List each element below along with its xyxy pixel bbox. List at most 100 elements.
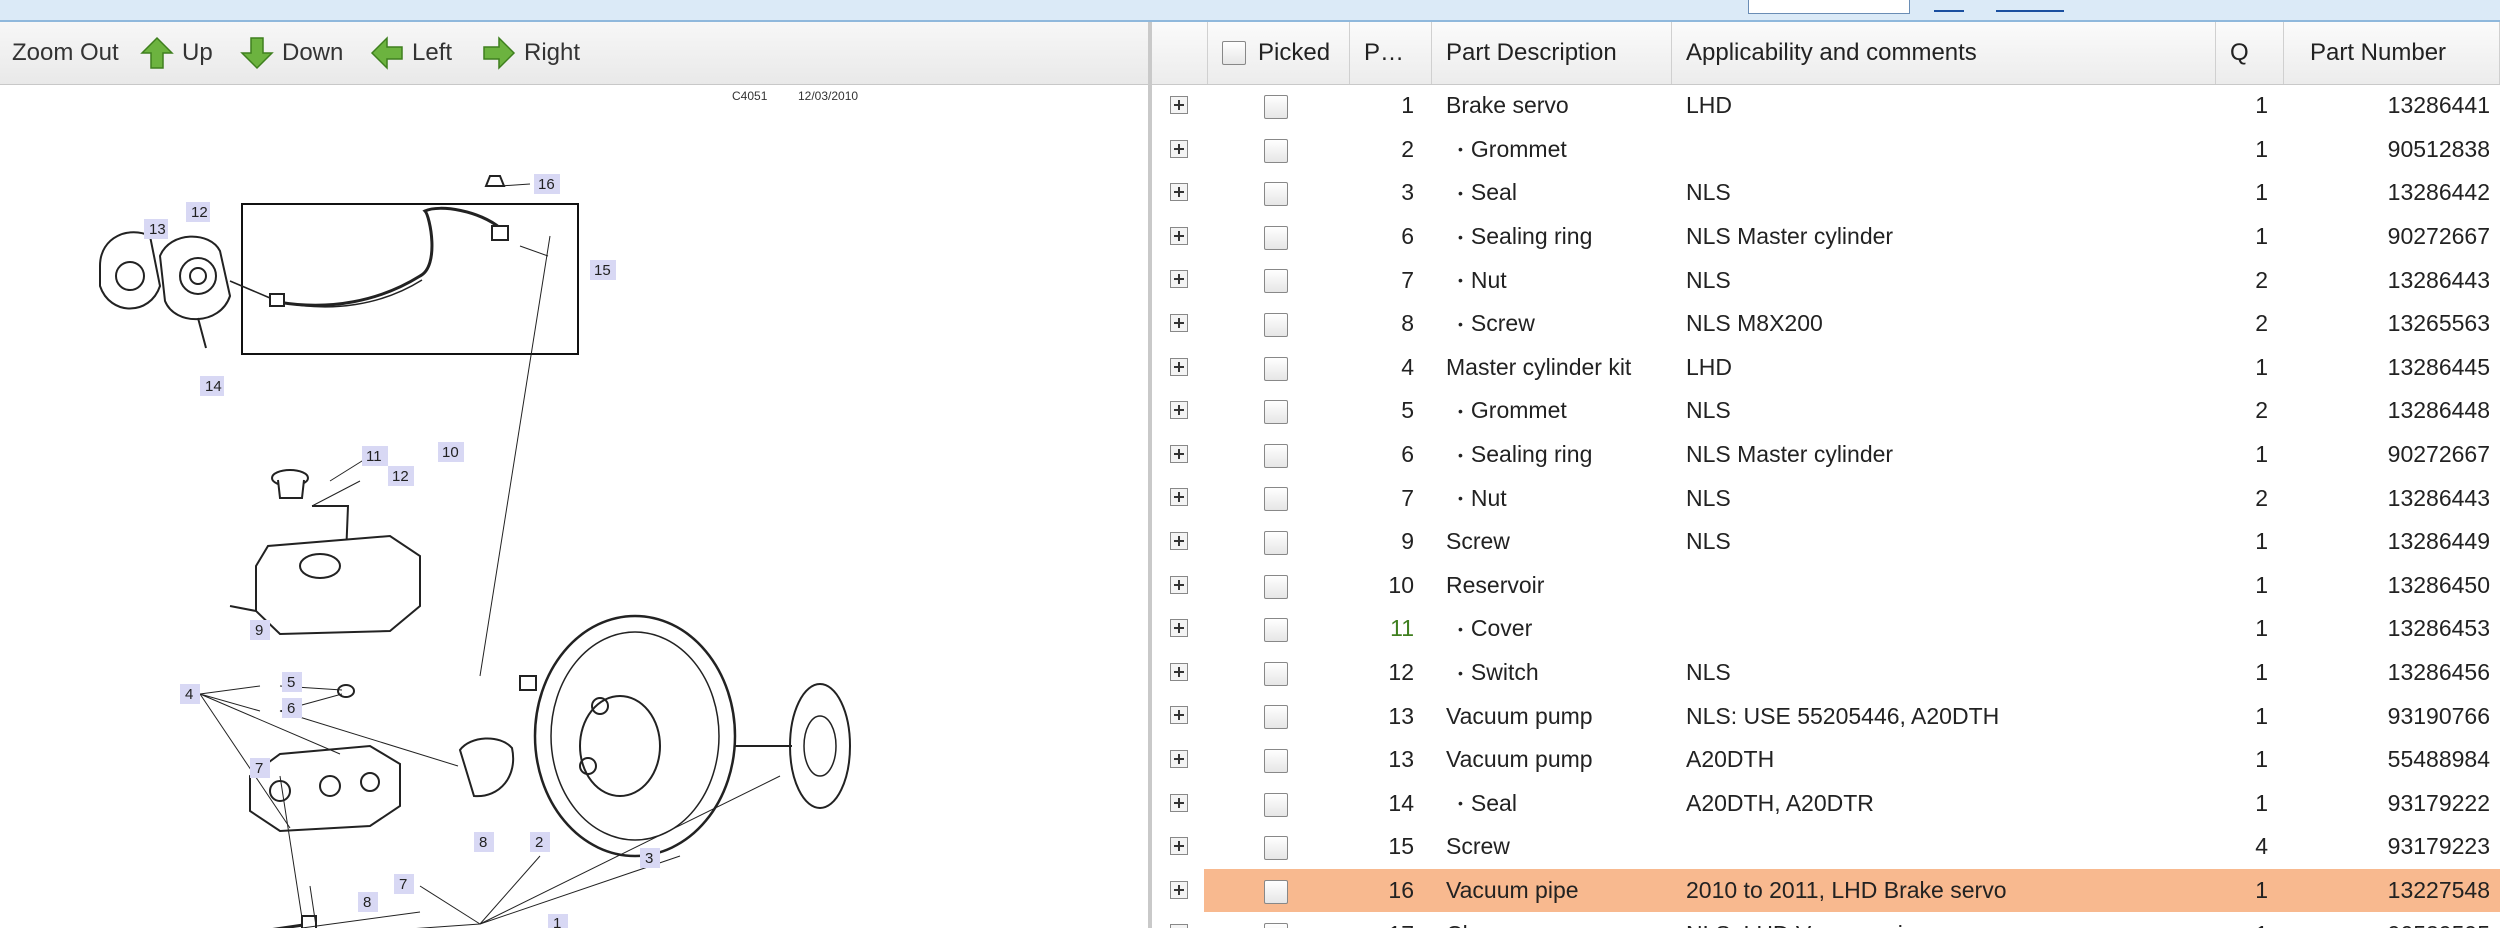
callout-8b[interactable]: 8	[358, 892, 378, 912]
table-row[interactable]: 3 • Seal NLS 1 13286442	[1152, 171, 2500, 215]
header-applicability[interactable]: Applicability and comments	[1672, 22, 2216, 84]
cell-part-number: 13286456	[2387, 659, 2490, 686]
picked-checkbox[interactable]	[1264, 836, 1288, 861]
callout-10[interactable]: 10	[438, 442, 464, 462]
header-picked[interactable]: Picked	[1208, 22, 1350, 84]
table-row[interactable]: 15 Screw 4 93179223	[1152, 825, 2500, 869]
expand-icon[interactable]	[1170, 96, 1188, 114]
table-row[interactable]: 10 Reservoir 1 13286450	[1152, 564, 2500, 608]
callout-3[interactable]: 3	[640, 848, 660, 868]
picked-checkbox[interactable]	[1264, 138, 1288, 163]
header-part-number[interactable]: Part Number	[2284, 22, 2500, 84]
expand-icon[interactable]	[1170, 924, 1188, 928]
table-row[interactable]: 14 • Seal A20DTH, A20DTR 1 93179222	[1152, 782, 2500, 826]
callout-12[interactable]: 12	[388, 466, 414, 486]
picked-checkbox[interactable]	[1264, 443, 1288, 468]
table-row[interactable]: 6 • Sealing ring NLS Master cylinder 1 902726…	[1152, 215, 2500, 259]
expand-icon[interactable]	[1170, 314, 1188, 332]
top-link-2[interactable]	[1996, 0, 2064, 12]
expand-icon[interactable]	[1170, 532, 1188, 550]
picked-checkbox[interactable]	[1264, 705, 1288, 730]
table-row[interactable]: 4 Master cylinder kit LHD 1 13286445	[1152, 346, 2500, 390]
expand-icon[interactable]	[1170, 226, 1188, 245]
expand-icon[interactable]	[1170, 750, 1188, 768]
picked-checkbox[interactable]	[1264, 618, 1288, 643]
table-row[interactable]: 7 • Nut NLS 2 13286443	[1152, 476, 2500, 520]
table-row[interactable]: 7 • Nut NLS 2 13286443	[1152, 258, 2500, 302]
picked-checkbox[interactable]	[1264, 879, 1288, 904]
picked-checkbox[interactable]	[1264, 792, 1288, 817]
picked-checkbox[interactable]	[1264, 269, 1288, 294]
expand-icon[interactable]	[1170, 139, 1188, 158]
table-row[interactable]: 6 • Sealing ring NLS Master cylinder 1 902726…	[1152, 433, 2500, 477]
expand-icon[interactable]	[1170, 183, 1188, 202]
picked-checkbox[interactable]	[1264, 400, 1288, 425]
picked-checkbox[interactable]	[1264, 923, 1288, 928]
picked-checkbox[interactable]	[1264, 182, 1288, 207]
top-search-field[interactable]	[1748, 0, 1910, 14]
header-qty[interactable]: Q	[2216, 22, 2284, 84]
table-row[interactable]: 11 • Cover 1 13286453	[1152, 607, 2500, 651]
table-row[interactable]: 13 Vacuum pump NLS: USE 55205446, A20DTH 1 9…	[1152, 694, 2500, 738]
callout-5[interactable]: 5	[282, 672, 302, 692]
callout-15[interactable]: 14	[200, 376, 224, 396]
picked-checkbox[interactable]	[1264, 661, 1288, 686]
callout-16[interactable]: 15	[590, 260, 616, 280]
table-row[interactable]: 17 Clamp NLS, LHD Vacuum pipe 1 90539595	[1152, 912, 2500, 928]
picked-checkbox[interactable]	[1264, 95, 1288, 119]
right-button[interactable]: Right	[482, 34, 580, 72]
callout-9[interactable]: 9	[250, 620, 270, 640]
callout-17[interactable]: 16	[534, 174, 560, 194]
expand-icon[interactable]	[1170, 706, 1188, 725]
picked-checkbox[interactable]	[1264, 487, 1288, 512]
table-row[interactable]: 13 Vacuum pump A20DTH 1 55488984	[1152, 738, 2500, 782]
cell-position: 9	[1401, 528, 1414, 555]
header-qty-label: Q	[2230, 39, 2249, 66]
table-row[interactable]: 16 Vacuum pipe 2010 to 2011, LHD Brake ser…	[1152, 868, 2500, 913]
picked-checkbox[interactable]	[1264, 313, 1288, 337]
down-button[interactable]: Down	[240, 34, 343, 72]
callout-6[interactable]: 6	[282, 698, 302, 718]
callout-14[interactable]: 13	[144, 219, 168, 239]
expand-icon[interactable]	[1170, 837, 1188, 856]
expand-icon[interactable]	[1170, 793, 1188, 812]
picked-checkbox[interactable]	[1264, 749, 1288, 773]
select-all-checkbox[interactable]	[1222, 41, 1246, 65]
callout-7a[interactable]: 7	[250, 758, 270, 778]
expand-icon[interactable]	[1170, 444, 1188, 463]
table-row[interactable]: 5 • Grommet NLS 2 13286448	[1152, 389, 2500, 433]
picked-checkbox[interactable]	[1264, 574, 1288, 599]
callout-1[interactable]: 1	[548, 914, 568, 932]
expand-icon[interactable]	[1170, 270, 1188, 289]
expand-icon[interactable]	[1170, 401, 1188, 420]
table-row[interactable]: 1 Brake servo LHD 1 13286441	[1152, 84, 2500, 128]
expand-icon[interactable]	[1170, 880, 1188, 899]
expand-icon[interactable]	[1170, 488, 1188, 507]
picked-checkbox[interactable]	[1264, 531, 1288, 555]
callout-4[interactable]: 4	[180, 684, 200, 704]
callout-7b[interactable]: 7	[394, 874, 414, 894]
table-row[interactable]: 8 • Screw NLS M8X200 2 13265563	[1152, 302, 2500, 346]
zoom-out-button[interactable]: Zoom Out	[12, 34, 119, 72]
callout-2[interactable]: 2	[530, 832, 550, 852]
expand-icon[interactable]	[1170, 619, 1188, 638]
left-button[interactable]: Left	[370, 34, 452, 72]
header-position[interactable]: P…	[1350, 22, 1432, 84]
top-link-1[interactable]	[1934, 0, 1964, 12]
up-button[interactable]: Up	[140, 34, 213, 72]
child-bullet-icon: •	[1458, 620, 1463, 637]
callout-13[interactable]: 12	[186, 202, 210, 222]
cell-part-number: 90512838	[2387, 135, 2490, 162]
picked-checkbox[interactable]	[1264, 356, 1288, 381]
expand-icon[interactable]	[1170, 575, 1188, 594]
table-row[interactable]: 2 • Grommet 1 90512838	[1152, 128, 2500, 172]
callout-11[interactable]: 11	[362, 446, 388, 466]
table-row[interactable]: 9 Screw NLS 1 13286449	[1152, 520, 2500, 564]
expand-icon[interactable]	[1170, 357, 1188, 376]
exploded-diagram[interactable]: C4051 12/03/2010 12 13 14 15 16 10 11 12…	[80, 86, 872, 933]
expand-icon[interactable]	[1170, 662, 1188, 681]
picked-checkbox[interactable]	[1264, 225, 1288, 250]
table-row[interactable]: 12 • Switch NLS 1 13286456	[1152, 651, 2500, 695]
callout-8a[interactable]: 8	[474, 832, 494, 852]
header-part-description[interactable]: Part Description	[1432, 22, 1672, 84]
